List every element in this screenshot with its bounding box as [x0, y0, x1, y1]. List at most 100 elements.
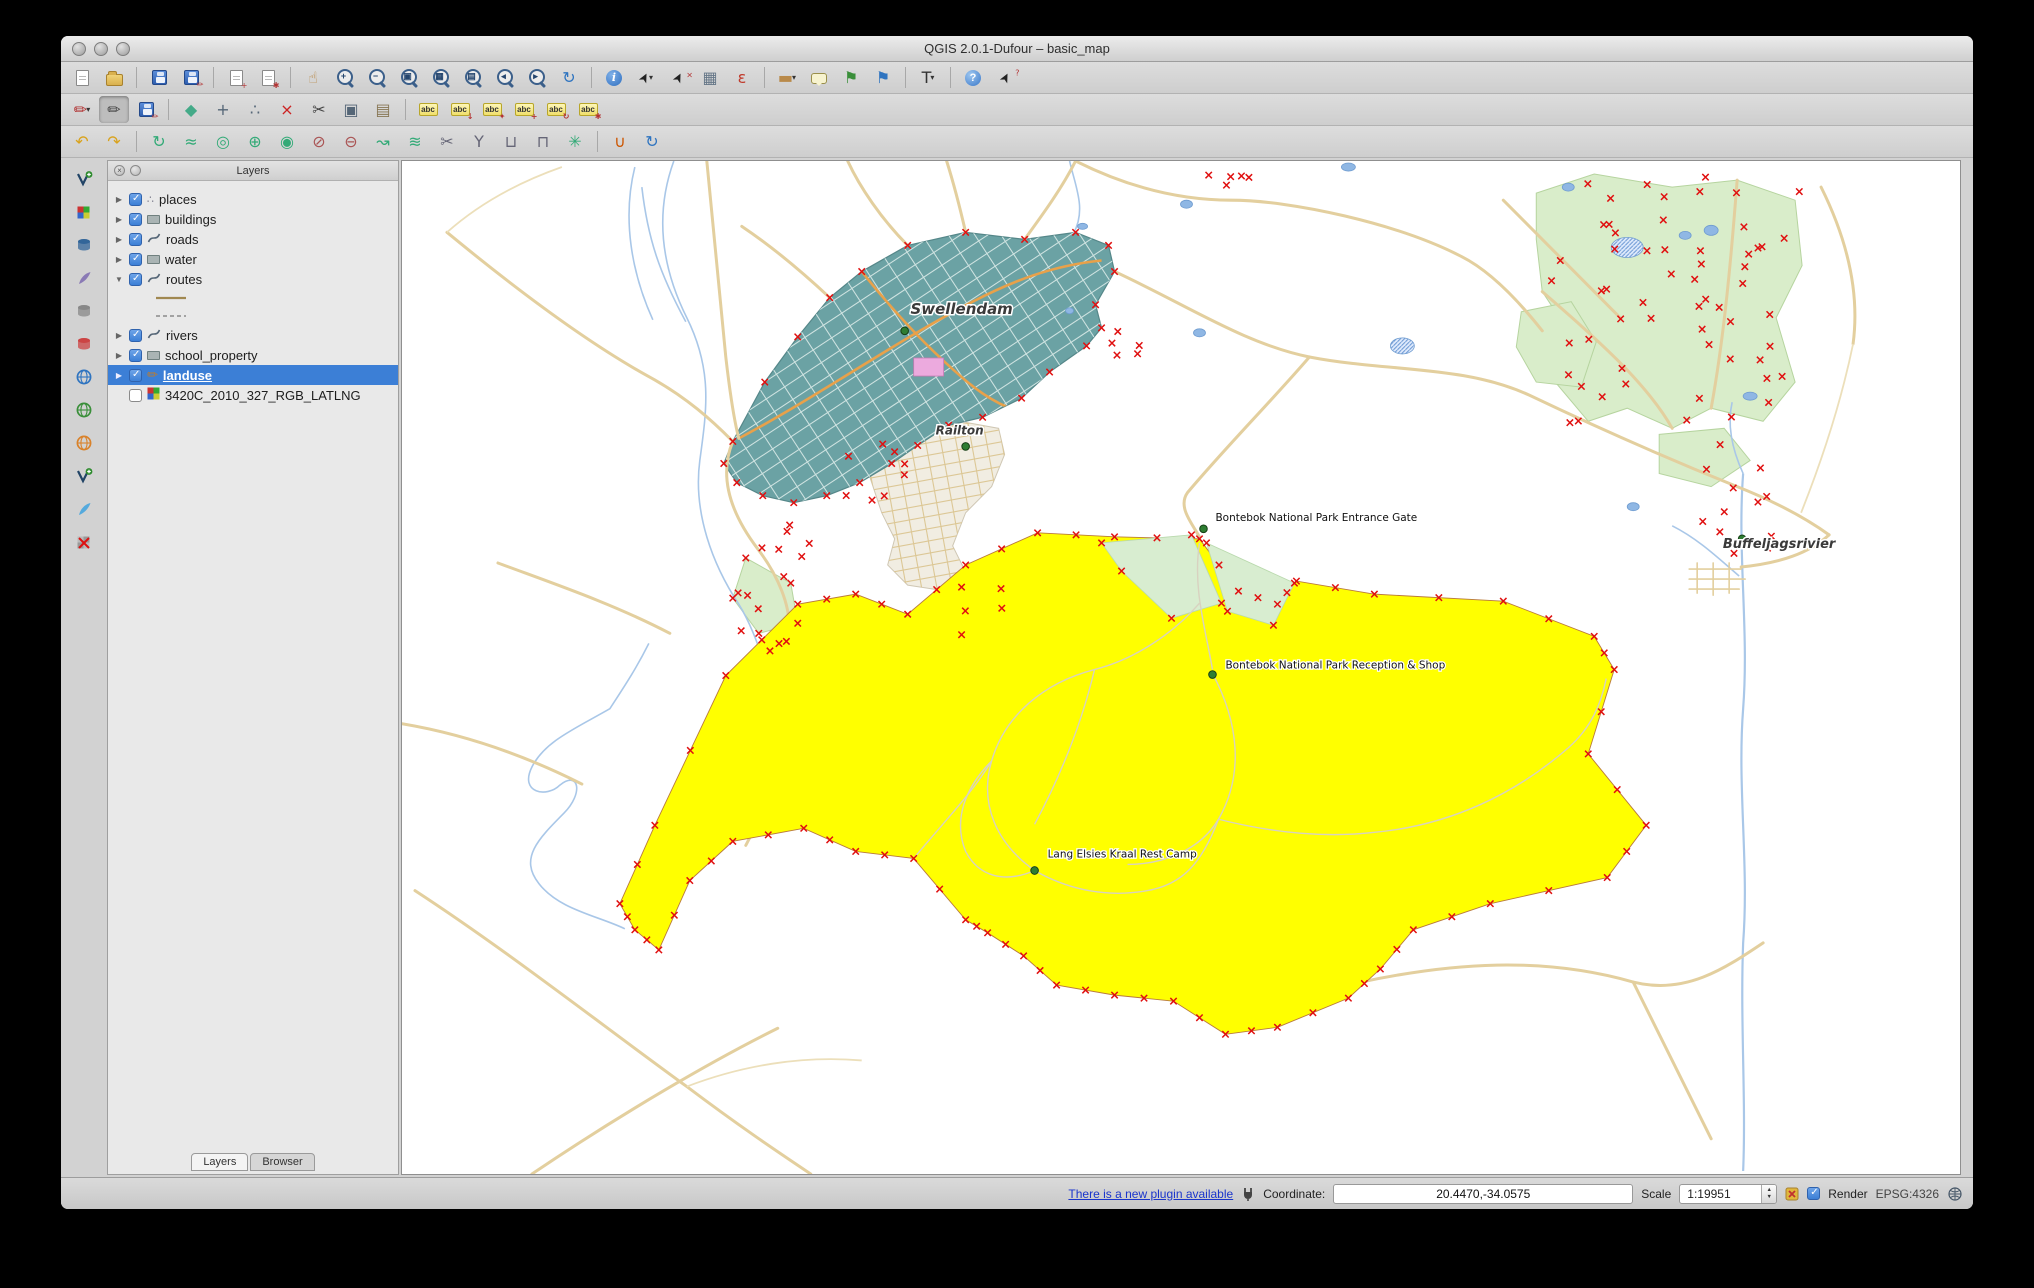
stop-render-icon[interactable]	[1785, 1187, 1799, 1201]
layer-checkbox[interactable]	[129, 232, 142, 246]
refresh-map-button[interactable]: ↻	[554, 64, 584, 91]
redraw-button[interactable]: ↻	[637, 128, 667, 155]
panel-tab-browser[interactable]: Browser	[250, 1153, 315, 1171]
new-print-composer-button[interactable]: +	[221, 64, 251, 91]
new-shapefile-layer-button[interactable]	[68, 463, 100, 491]
node-tool-button[interactable]: ∴	[240, 96, 270, 123]
panel-tab-layers[interactable]: Layers	[191, 1153, 249, 1171]
layer-item-rivers[interactable]: ▶ rivers	[108, 325, 398, 345]
remove-layer-button[interactable]	[68, 529, 100, 557]
new-bookmark-button[interactable]: ⚑	[836, 64, 866, 91]
reshape-features-button[interactable]: ↝	[368, 128, 398, 155]
enable-tracing-button[interactable]: ∪	[605, 128, 635, 155]
open-attribute-table-button[interactable]: ▦	[695, 64, 725, 91]
zoom-full-extent-button[interactable]: ▣	[394, 64, 424, 91]
toggle-editing-button[interactable]: ✏	[99, 96, 129, 123]
layer-item-places[interactable]: ▶ ∴ places	[108, 189, 398, 209]
panel-float-icon[interactable]	[130, 165, 141, 176]
label-highlight-button[interactable]: abc ✦	[477, 96, 507, 123]
layer-item-school_property[interactable]: ▶ school_property	[108, 345, 398, 365]
split-features-button[interactable]: ✂	[432, 128, 462, 155]
expand-arrow-icon[interactable]: ▶	[114, 255, 124, 264]
add-wfs-layer-button[interactable]	[68, 430, 100, 458]
redo-button[interactable]: ↷	[99, 128, 129, 155]
new-spatialite-layer-button[interactable]	[68, 496, 100, 524]
expand-arrow-icon[interactable]: ▶	[114, 195, 124, 204]
map-canvas[interactable]: Swellendam Railton Bontebok National Park …	[401, 160, 1961, 1175]
text-annotation-button[interactable]: T ▾	[913, 64, 943, 91]
rotate-point-symbols-button[interactable]: ✳	[560, 128, 590, 155]
layer-checkbox[interactable]	[129, 252, 142, 266]
add-wms-layer-button[interactable]	[68, 364, 100, 392]
label-pin-button[interactable]: abc ↓	[445, 96, 475, 123]
scale-combo[interactable]: 1:19951 ▲ ▼	[1679, 1183, 1778, 1204]
layer-item-roads[interactable]: ▶ roads	[108, 229, 398, 249]
paste-features-button[interactable]: ▤	[368, 96, 398, 123]
add-feature-button[interactable]: ◆	[176, 96, 206, 123]
save-layer-edits-button[interactable]: ✏	[131, 96, 161, 123]
labeling-button[interactable]: abc	[413, 96, 443, 123]
open-project-button[interactable]	[99, 64, 129, 91]
scale-spinner[interactable]: ▲ ▼	[1761, 1184, 1777, 1203]
layer-checkbox[interactable]	[129, 212, 142, 226]
pan-map-button[interactable]: ☝	[298, 64, 328, 91]
zoom-in-button[interactable]: +	[330, 64, 360, 91]
add-spatialite-layer-button[interactable]	[68, 265, 100, 293]
minimize-button[interactable]	[94, 41, 108, 56]
crs-status-button[interactable]	[1947, 1186, 1963, 1202]
expand-arrow-icon[interactable]: ▶	[114, 215, 124, 224]
offset-curve-button[interactable]: ≋	[400, 128, 430, 155]
zoom-out-button[interactable]: −	[362, 64, 392, 91]
add-mssql-layer-button[interactable]	[68, 298, 100, 326]
render-checkbox[interactable]	[1807, 1187, 1821, 1200]
whats-this-button[interactable]: ➤?	[990, 64, 1020, 91]
expand-arrow-icon[interactable]: ▶	[114, 351, 124, 360]
layer-item-water[interactable]: ▶ water	[108, 249, 398, 269]
undo-button[interactable]: ↶	[67, 128, 97, 155]
layer-item-landuse[interactable]: ▶ ✏landuse	[108, 365, 398, 385]
plugin-available-link[interactable]: There is a new plugin available	[1068, 1187, 1233, 1201]
zoom-next-button[interactable]: ▸	[522, 64, 552, 91]
move-feature-button[interactable]: +	[208, 96, 238, 123]
save-project-as-button[interactable]: ✏	[176, 64, 206, 91]
layer-checkbox[interactable]	[129, 272, 142, 286]
add-wcs-layer-button[interactable]	[68, 397, 100, 425]
expand-arrow-icon[interactable]: ▶	[114, 235, 124, 244]
zoom-to-selection-button[interactable]: ▦	[426, 64, 456, 91]
add-vector-layer-button[interactable]	[68, 166, 100, 194]
composer-manager-button[interactable]: ✱	[253, 64, 283, 91]
simplify-feature-button[interactable]: ≈	[176, 128, 206, 155]
merge-attributes-button[interactable]: ⊓	[528, 128, 558, 155]
layer-item-3420C_2010_327_RGB_LATLNG[interactable]: 3420C_2010_327_RGB_LATLNG	[108, 385, 398, 405]
field-calculator-button[interactable]: ε	[727, 64, 757, 91]
expand-arrow-icon[interactable]: ▶	[114, 331, 124, 340]
select-features-button[interactable]: ➤ ▾	[631, 64, 661, 91]
copy-features-button[interactable]: ▣	[336, 96, 366, 123]
layer-item-buildings[interactable]: ▶ buildings	[108, 209, 398, 229]
zoom-to-layer-button[interactable]: ▤	[458, 64, 488, 91]
current-edits-button[interactable]: ✏ ▾	[67, 96, 97, 123]
delete-selected-button[interactable]: ×	[272, 96, 302, 123]
measure-button[interactable]: ▬ ▾	[772, 64, 802, 91]
identify-features-button[interactable]: i	[599, 64, 629, 91]
add-ring-button[interactable]: ◎	[208, 128, 238, 155]
layer-checkbox[interactable]	[129, 328, 142, 342]
panel-close-icon[interactable]: ×	[114, 165, 125, 176]
layer-checkbox[interactable]	[129, 368, 142, 382]
expand-arrow-icon[interactable]: ▼	[114, 275, 124, 284]
zoom-button[interactable]	[116, 41, 130, 56]
plugin-icon[interactable]	[1241, 1187, 1255, 1201]
coordinate-input[interactable]	[1333, 1183, 1634, 1204]
zoom-last-button[interactable]: ◂	[490, 64, 520, 91]
layer-item-routes[interactable]: ▼ routes	[108, 269, 398, 289]
layer-checkbox[interactable]	[129, 348, 142, 362]
help-contents-button[interactable]: ?	[958, 64, 988, 91]
label-move-button[interactable]: abc +	[509, 96, 539, 123]
new-project-button[interactable]	[67, 64, 97, 91]
cut-features-button[interactable]: ✂	[304, 96, 334, 123]
add-part-button[interactable]: ⊕	[240, 128, 270, 155]
delete-ring-button[interactable]: ⊘	[304, 128, 334, 155]
layer-checkbox[interactable]	[129, 192, 142, 206]
add-oracle-layer-button[interactable]	[68, 331, 100, 359]
delete-part-button[interactable]: ⊖	[336, 128, 366, 155]
